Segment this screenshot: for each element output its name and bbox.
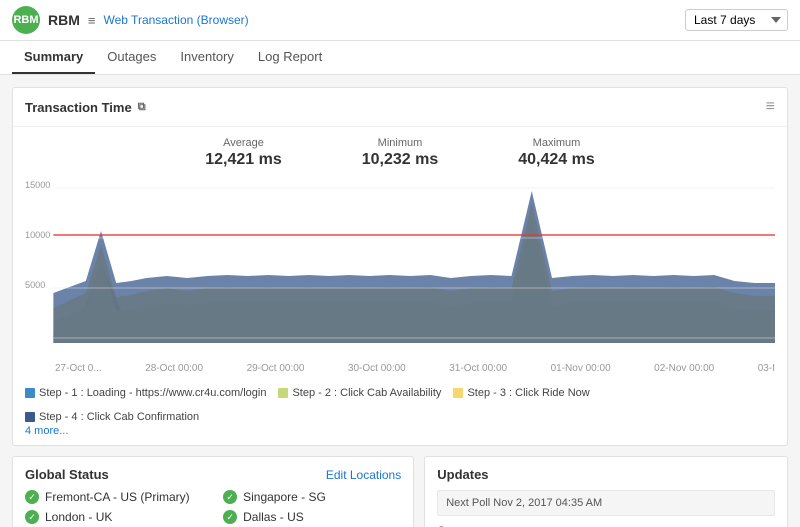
- x-label-6: 02-Nov 00:00: [654, 363, 714, 374]
- legend-items: Step - 1 : Loading - https://www.cr4u.co…: [25, 387, 775, 423]
- bottom-row: Global Status Edit Locations Fremont-CA …: [12, 456, 788, 527]
- sub-link[interactable]: Web Transaction (Browser): [103, 13, 248, 27]
- app-title: RBM: [48, 12, 80, 28]
- chart-legend: Step - 1 : Loading - https://www.cr4u.co…: [13, 383, 787, 445]
- main-content: Transaction Time ⧉ ≡ Average 12,421 ms M…: [0, 75, 800, 527]
- location-fremont: Fremont-CA - US (Primary): [45, 490, 190, 504]
- status-item-singapore: Singapore - SG: [223, 490, 401, 504]
- x-label-2: 29-Oct 00:00: [247, 363, 305, 374]
- x-label-4: 31-Oct 00:00: [449, 363, 507, 374]
- svg-text:15000: 15000: [25, 180, 50, 190]
- updates-title: Updates: [437, 467, 775, 482]
- x-label-0: 27-Oct 0...: [55, 363, 102, 374]
- updates-label: Updates: [437, 467, 488, 482]
- status-item-fremont: Fremont-CA - US (Primary): [25, 490, 203, 504]
- status-dot-singapore: [223, 490, 237, 504]
- stat-average: Average 12,421 ms: [205, 137, 282, 169]
- minimum-label: Minimum: [362, 137, 439, 149]
- status-dot-fremont: [25, 490, 39, 504]
- chart-container: 15000 10000 5000: [13, 173, 787, 383]
- time-range-select[interactable]: Last 7 days Last 24 hours Last 30 days: [685, 9, 788, 31]
- transaction-time-card: Transaction Time ⧉ ≡ Average 12,421 ms M…: [12, 87, 788, 446]
- legend-item-3: Step - 3 : Click Ride Now: [453, 387, 589, 399]
- legend-label-3: Step - 3 : Click Ride Now: [467, 387, 589, 399]
- card-menu-icon[interactable]: ≡: [766, 98, 775, 116]
- svg-text:5000: 5000: [25, 280, 45, 290]
- expand-icon[interactable]: ⧉: [138, 101, 146, 114]
- legend-color-4: [25, 412, 35, 422]
- legend-label-1: Step - 1 : Loading - https://www.cr4u.co…: [39, 387, 266, 399]
- status-grid: Fremont-CA - US (Primary) Singapore - SG…: [25, 490, 401, 527]
- legend-item-2: Step - 2 : Click Cab Availability: [278, 387, 441, 399]
- global-status-label: Global Status: [25, 467, 109, 482]
- maximum-value: 40,424 ms: [518, 151, 595, 169]
- legend-color-1: [25, 388, 35, 398]
- x-label-3: 30-Oct 00:00: [348, 363, 406, 374]
- average-value: 12,421 ms: [205, 151, 282, 169]
- legend-label-4: Step - 4 : Click Cab Confirmation: [39, 411, 199, 423]
- updates-panel: Updates Next Poll Nov 2, 2017 04:35 AM S…: [424, 456, 788, 527]
- menu-icon[interactable]: ≡: [88, 13, 96, 28]
- legend-color-3: [453, 388, 463, 398]
- tab-outages[interactable]: Outages: [95, 41, 168, 74]
- header-left: RBM RBM ≡ Web Transaction (Browser): [12, 6, 249, 34]
- x-label-1: 28-Oct 00:00: [145, 363, 203, 374]
- header: RBM RBM ≡ Web Transaction (Browser) Last…: [0, 0, 800, 41]
- card-title-text: Transaction Time: [25, 100, 132, 115]
- stat-maximum: Maximum 40,424 ms: [518, 137, 595, 169]
- maximum-label: Maximum: [518, 137, 595, 149]
- average-label: Average: [205, 137, 282, 149]
- more-link[interactable]: 4 more...: [25, 425, 68, 437]
- svg-text:10000: 10000: [25, 230, 50, 240]
- poll-text: Next Poll Nov 2, 2017 04:35 AM: [437, 490, 775, 516]
- card-title: Transaction Time ⧉: [25, 100, 146, 115]
- legend-item-1: Step - 1 : Loading - https://www.cr4u.co…: [25, 387, 266, 399]
- global-status-title: Global Status Edit Locations: [25, 467, 401, 482]
- tab-inventory[interactable]: Inventory: [168, 41, 245, 74]
- legend-item-4: Step - 4 : Click Cab Confirmation: [25, 411, 199, 423]
- location-singapore: Singapore - SG: [243, 490, 326, 504]
- x-label-7: 03-I: [758, 363, 775, 374]
- x-label-5: 01-Nov 00:00: [551, 363, 611, 374]
- stat-minimum: Minimum 10,232 ms: [362, 137, 439, 169]
- tab-log-report[interactable]: Log Report: [246, 41, 334, 74]
- x-axis: 27-Oct 0... 28-Oct 00:00 29-Oct 00:00 30…: [25, 361, 775, 374]
- logo: RBM: [12, 6, 40, 34]
- stats-row: Average 12,421 ms Minimum 10,232 ms Maxi…: [13, 127, 787, 173]
- edit-locations-link[interactable]: Edit Locations: [326, 468, 401, 482]
- global-status-panel: Global Status Edit Locations Fremont-CA …: [12, 456, 414, 527]
- nav-tabs: Summary Outages Inventory Log Report: [0, 41, 800, 75]
- tab-summary[interactable]: Summary: [12, 41, 95, 74]
- transaction-chart: 15000 10000 5000: [25, 173, 775, 358]
- minimum-value: 10,232 ms: [362, 151, 439, 169]
- legend-color-2: [278, 388, 288, 398]
- card-header: Transaction Time ⧉ ≡: [13, 88, 787, 127]
- legend-label-2: Step - 2 : Click Cab Availability: [292, 387, 441, 399]
